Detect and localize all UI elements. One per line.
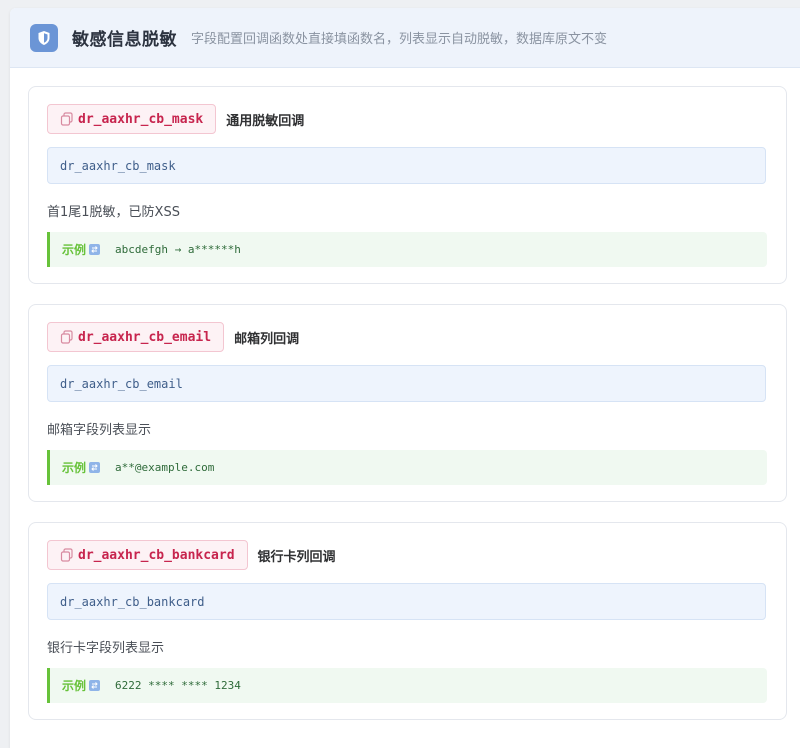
- function-name: dr_aaxhr_cb_bankcard: [78, 547, 235, 563]
- example-label: 示例: [62, 243, 87, 257]
- function-name-tag[interactable]: dr_aaxhr_cb_bankcard: [47, 540, 248, 570]
- swap-icon: [89, 462, 101, 473]
- page-subtitle: 字段配置回调函数处直接填函数名，列表显示自动脱敏，数据库原文不变: [191, 32, 608, 47]
- function-label: 通用脱敏回调: [226, 113, 305, 129]
- swap-icon: [89, 244, 101, 255]
- function-header: dr_aaxhr_cb_bankcard 银行卡列回调: [47, 540, 336, 570]
- function-name-tag[interactable]: dr_aaxhr_cb_mask: [47, 104, 217, 134]
- example-label: 示例: [62, 679, 87, 693]
- page-header: 敏感信息脱敏 字段配置回调函数处直接填函数名，列表显示自动脱敏，数据库原文不变: [10, 8, 800, 68]
- example-value: a**@example.com: [115, 461, 215, 474]
- function-code-box[interactable]: dr_aaxhr_cb_bankcard: [47, 583, 766, 620]
- example-label: 示例: [62, 461, 87, 475]
- function-name-tag[interactable]: dr_aaxhr_cb_email: [47, 322, 225, 352]
- callback-card: dr_aaxhr_cb_email 邮箱列回调 dr_aaxhr_cb_emai…: [28, 304, 787, 502]
- function-header: dr_aaxhr_cb_email 邮箱列回调: [47, 322, 299, 352]
- callback-card: dr_aaxhr_cb_mask 通用脱敏回调 dr_aaxhr_cb_mask…: [28, 86, 787, 284]
- example-box: 示例 abcdefgh → a******h: [47, 232, 767, 267]
- example-value: abcdefgh → a******h: [115, 243, 241, 256]
- function-name: dr_aaxhr_cb_mask: [78, 111, 204, 127]
- function-description: 首1尾1脱敏，已防XSS: [47, 205, 180, 220]
- callback-card: dr_aaxhr_cb_bankcard 银行卡列回调 dr_aaxhr_cb_…: [28, 522, 787, 720]
- function-label: 邮箱列回调: [234, 331, 300, 347]
- copy-icon: [60, 112, 74, 126]
- copy-icon: [60, 330, 74, 344]
- copy-icon: [60, 548, 74, 562]
- function-code-box[interactable]: dr_aaxhr_cb_mask: [47, 147, 766, 184]
- function-name: dr_aaxhr_cb_email: [78, 329, 212, 345]
- page-title: 敏感信息脱敏: [72, 30, 177, 50]
- function-description: 银行卡字段列表显示: [47, 641, 165, 656]
- function-description: 邮箱字段列表显示: [47, 423, 152, 438]
- example-box: 示例 a**@example.com: [47, 450, 767, 485]
- function-code-box[interactable]: dr_aaxhr_cb_email: [47, 365, 766, 402]
- swap-icon: [89, 680, 101, 691]
- example-box: 示例 6222 **** **** 1234: [47, 668, 767, 703]
- shield-icon: [30, 23, 58, 52]
- example-value: 6222 **** **** 1234: [115, 679, 241, 692]
- function-header: dr_aaxhr_cb_mask 通用脱敏回调: [47, 104, 304, 134]
- function-label: 银行卡列回调: [257, 549, 336, 565]
